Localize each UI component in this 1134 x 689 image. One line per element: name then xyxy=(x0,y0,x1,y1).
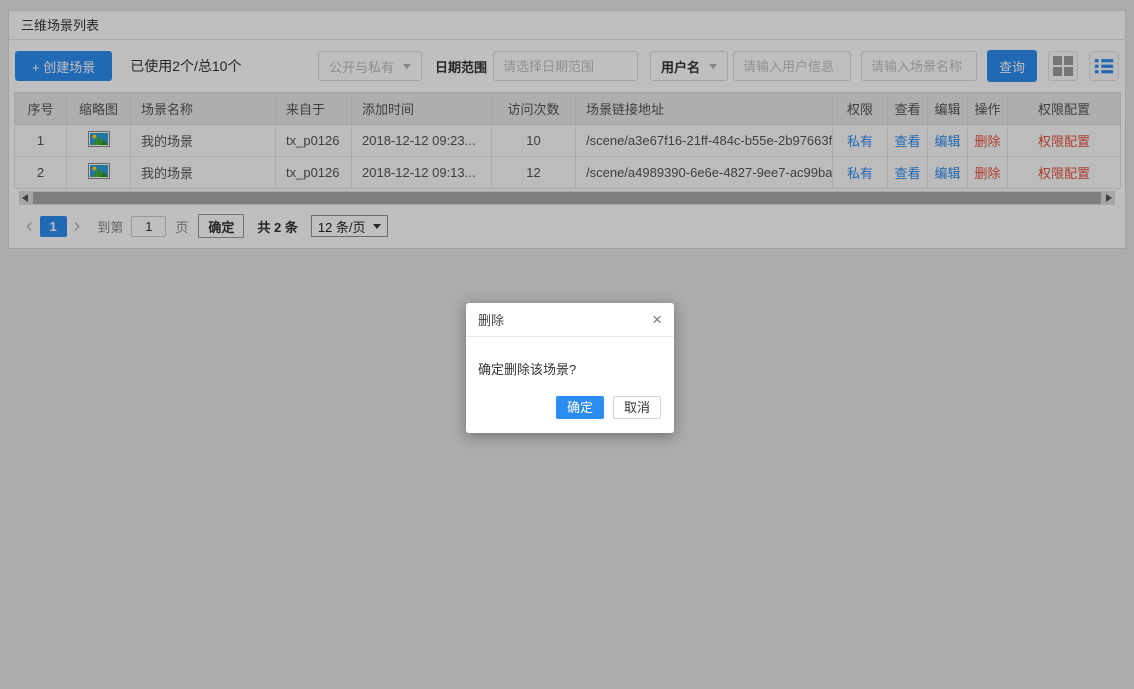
modal-footer: 确定 取消 xyxy=(466,396,674,433)
close-icon[interactable]: × xyxy=(652,311,662,328)
modal-title: 删除 xyxy=(478,310,504,329)
delete-modal-dialog: 删除 × 确定删除该场景? 确定 取消 xyxy=(466,303,674,433)
modal-message: 确定删除该场景? xyxy=(466,337,674,396)
modal-confirm-button[interactable]: 确定 xyxy=(556,396,604,419)
modal-cancel-button[interactable]: 取消 xyxy=(613,396,661,419)
modal-header: 删除 × xyxy=(466,303,674,337)
